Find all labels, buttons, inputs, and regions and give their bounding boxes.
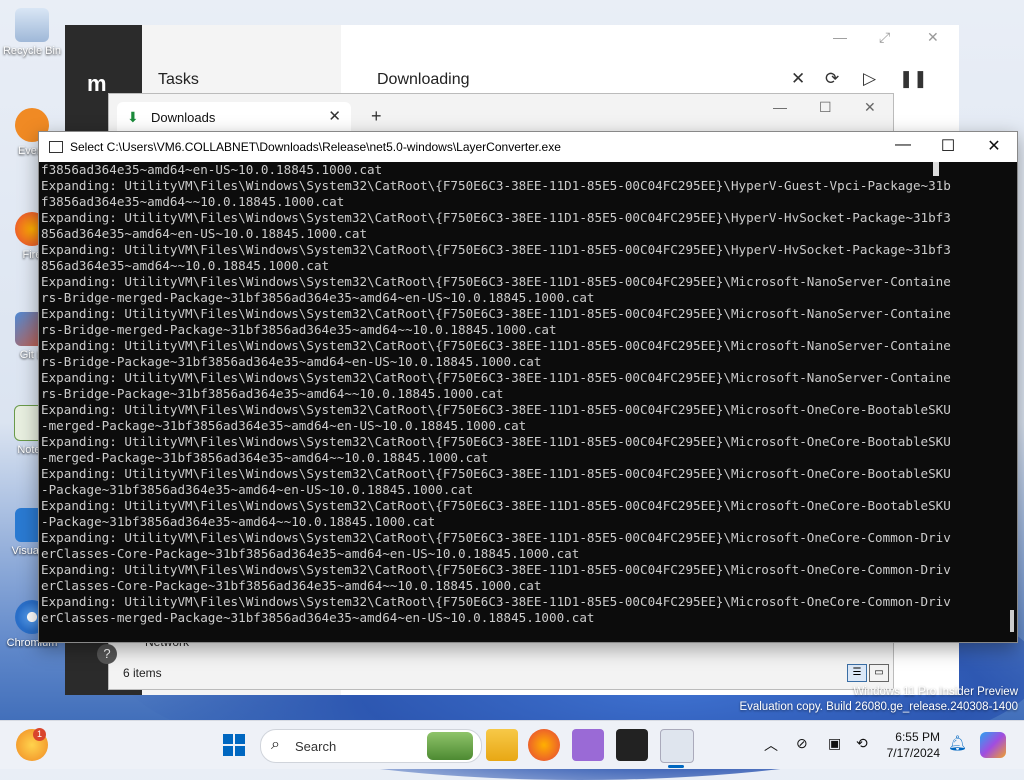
- terminal-icon[interactable]: [616, 729, 648, 761]
- console-line: 856ad364e35~amd64~~10.0.18845.1000.cat: [41, 258, 330, 273]
- download-icon: ⬇: [127, 109, 139, 125]
- console-line: erClasses-Core-Package~31bf3856ad364e35~…: [41, 578, 542, 593]
- watermark-line1: Windows 11 Pro Insider Preview: [853, 686, 1018, 698]
- console-line: erClasses-Core-Package~31bf3856ad364e35~…: [41, 546, 580, 561]
- console-line: Expanding: UtilityVM\Files\Windows\Syste…: [41, 498, 951, 513]
- close-button[interactable]: ✕: [974, 136, 1014, 156]
- console-line: Expanding: UtilityVM\Files\Windows\Syste…: [41, 434, 951, 449]
- windows-logo-icon: [223, 734, 245, 756]
- network-off-icon[interactable]: ⊘: [796, 735, 808, 752]
- close-button[interactable]: ✕: [864, 99, 876, 116]
- console-line: Expanding: UtilityVM\Files\Windows\Syste…: [41, 178, 951, 193]
- console-line: Expanding: UtilityVM\Files\Windows\Syste…: [41, 562, 951, 577]
- details-view-icon[interactable]: ☰: [847, 664, 867, 682]
- console-line: rs-Bridge-Package~31bf3856ad364e35~amd64…: [41, 354, 542, 369]
- desktop-icon-label: Recycle Bin: [2, 45, 62, 57]
- notification-bell-icon[interactable]: 🔔︎: [948, 734, 967, 752]
- watermark-line2: Evaluation copy. Build 26080.ge_release.…: [739, 701, 1018, 713]
- console-line: -Package~31bf3856ad364e35~amd64~en-US~10…: [41, 482, 474, 497]
- console-line: Expanding: UtilityVM\Files\Windows\Syste…: [41, 306, 951, 321]
- status-item-count: 6 items: [123, 666, 162, 680]
- console-line: rs-Bridge-Package~31bf3856ad364e35~amd64…: [41, 386, 504, 401]
- close-button[interactable]: ✕: [927, 29, 939, 46]
- maximize-button[interactable]: ⤢: [879, 29, 890, 46]
- console-line: rs-Bridge-merged-Package~31bf3856ad364e3…: [41, 322, 557, 337]
- minimize-button[interactable]: —: [833, 29, 847, 45]
- console-line: Expanding: UtilityVM\Files\Windows\Syste…: [41, 274, 951, 289]
- console-line: erClasses-merged-Package~31bf3856ad364e3…: [41, 610, 595, 625]
- search-highlight-icon: [427, 732, 473, 760]
- taskbar: 1 ⌕ Search ︿ ⊘ ▣ ⟲ 6:55 PM 7/17/2024 🔔︎: [0, 720, 1024, 769]
- start-button[interactable]: [218, 729, 250, 761]
- console-line: Expanding: UtilityVM\Files\Windows\Syste…: [41, 338, 951, 353]
- console-line: Expanding: UtilityVM\Files\Windows\Syste…: [41, 402, 951, 417]
- pause-icon[interactable]: ❚❚: [899, 69, 928, 89]
- console-line: -merged-Package~31bf3856ad364e35~amd64~~…: [41, 450, 489, 465]
- console-title: Select C:\Users\VM6.COLLABNET\Downloads\…: [70, 140, 561, 154]
- console-window: Select C:\Users\VM6.COLLABNET\Downloads\…: [38, 131, 1018, 643]
- tasks-heading: Tasks: [158, 71, 199, 88]
- cancel-icon[interactable]: ✕: [791, 69, 805, 89]
- copilot-icon[interactable]: [980, 732, 1006, 758]
- new-tab-button[interactable]: +: [371, 106, 382, 127]
- tab-downloads[interactable]: ⬇ Downloads ✕: [117, 102, 351, 132]
- console-line: -merged-Package~31bf3856ad364e35~amd64~e…: [41, 418, 527, 433]
- app-icon[interactable]: [572, 729, 604, 761]
- search-icon: ⌕: [271, 736, 280, 753]
- clock-time[interactable]: 6:55 PM: [884, 730, 940, 744]
- console-line: f3856ad364e35~amd64~en-US~10.0.18845.100…: [41, 162, 383, 177]
- tiles-view-icon[interactable]: ▭: [869, 664, 889, 682]
- console-line: 856ad364e35~amd64~en-US~10.0.18845.1000.…: [41, 226, 368, 241]
- display-icon[interactable]: ▣: [828, 735, 841, 752]
- clock-date[interactable]: 7/17/2024: [884, 746, 940, 760]
- refresh-icon[interactable]: ⟳: [825, 69, 839, 89]
- file-explorer-icon[interactable]: [486, 729, 518, 761]
- console-line: Expanding: UtilityVM\Files\Windows\Syste…: [41, 210, 951, 225]
- maximize-button[interactable]: ☐: [928, 136, 968, 156]
- app-logo: m: [87, 71, 107, 96]
- console-app-icon: [49, 141, 63, 153]
- chevron-up-icon[interactable]: ︿: [764, 735, 778, 755]
- console-line: Expanding: UtilityVM\Files\Windows\Syste…: [41, 370, 951, 385]
- recycle-bin-icon: [15, 8, 49, 42]
- console-line: Expanding: UtilityVM\Files\Windows\Syste…: [41, 530, 951, 545]
- console-line: Expanding: UtilityVM\Files\Windows\Syste…: [41, 242, 951, 257]
- scrollbar-thumb[interactable]: [1010, 610, 1014, 632]
- notification-badge: 1: [33, 728, 46, 741]
- ime-icon[interactable]: ⟲: [856, 735, 868, 752]
- help-icon[interactable]: ?: [97, 644, 117, 664]
- console-taskbar-icon[interactable]: [660, 729, 694, 763]
- console-line: Expanding: UtilityVM\Files\Windows\Syste…: [41, 466, 951, 481]
- desktop-icon-recycle-bin[interactable]: Recycle Bin: [0, 8, 64, 57]
- close-tab-icon[interactable]: ✕: [328, 107, 341, 125]
- console-output[interactable]: f3856ad364e35~amd64~en-US~10.0.18845.100…: [41, 162, 999, 640]
- console-line: rs-Bridge-merged-Package~31bf3856ad364e3…: [41, 290, 595, 305]
- minimize-button[interactable]: —: [773, 99, 787, 115]
- minimize-button[interactable]: —: [883, 136, 923, 154]
- downloading-title: Downloading: [377, 71, 470, 88]
- search-placeholder: Search: [295, 739, 337, 754]
- maximize-button[interactable]: ☐: [819, 99, 832, 116]
- play-icon[interactable]: ▷: [863, 69, 876, 89]
- search-box[interactable]: ⌕ Search: [260, 729, 482, 763]
- console-line: -Package~31bf3856ad364e35~amd64~~10.0.18…: [41, 514, 436, 529]
- console-titlebar[interactable]: Select C:\Users\VM6.COLLABNET\Downloads\…: [39, 132, 1017, 162]
- console-line: Expanding: UtilityVM\Files\Windows\Syste…: [41, 594, 951, 609]
- console-line: f3856ad364e35~amd64~~10.0.18845.1000.cat: [41, 194, 345, 209]
- tab-label: Downloads: [151, 110, 216, 125]
- firefox-icon[interactable]: [528, 729, 560, 761]
